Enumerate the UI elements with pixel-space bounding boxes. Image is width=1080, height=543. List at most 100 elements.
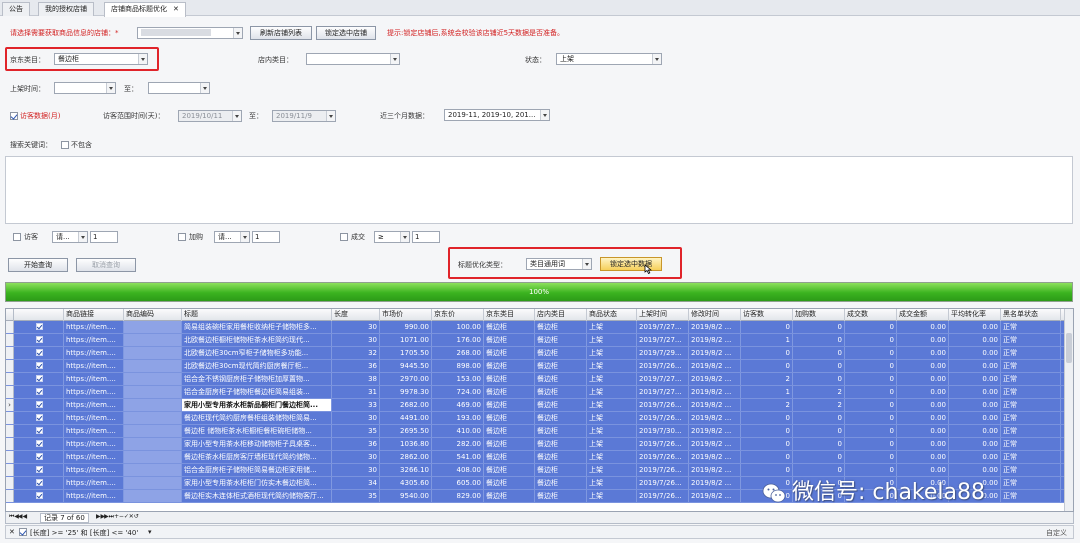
- cell-status[interactable]: 上架: [587, 399, 637, 411]
- cell-market[interactable]: 2970.00: [380, 373, 432, 385]
- chevron-down-icon[interactable]: [390, 54, 399, 64]
- cell-title[interactable]: 餐边柜实木连体柜式酒柜现代简约储物客厅...: [182, 490, 332, 502]
- cell-jdcat[interactable]: 餐边柜: [484, 490, 535, 502]
- cell-deal[interactable]: 0: [845, 334, 897, 346]
- row-indicator[interactable]: [6, 321, 14, 333]
- row-checkbox[interactable]: [36, 479, 43, 486]
- cell-conv[interactable]: 0.00: [949, 334, 1001, 346]
- cell-up[interactable]: 2019/7/27...: [637, 373, 689, 385]
- cell-link[interactable]: https://item....: [64, 477, 124, 489]
- cell-title[interactable]: 铝合金厨房柜子储物柜餐边柜简易组装...: [182, 386, 332, 398]
- cell-jd[interactable]: 541.00: [432, 451, 484, 463]
- cell-black[interactable]: 正常: [1001, 438, 1061, 450]
- cell-jdcat[interactable]: 餐边柜: [484, 360, 535, 372]
- cell-mod[interactable]: 2019/8/2 ...: [689, 347, 741, 359]
- cell-cart[interactable]: 0: [793, 438, 845, 450]
- filter-expression[interactable]: [长度] >= '25' 和 [长度] <= '40': [30, 528, 138, 538]
- cell-cart[interactable]: 0: [793, 425, 845, 437]
- row-checkbox[interactable]: [36, 414, 43, 421]
- cell-shopcat[interactable]: 餐边柜: [535, 477, 587, 489]
- cell-cart[interactable]: 0: [793, 464, 845, 476]
- cell-product-code[interactable]: [124, 347, 182, 359]
- cell-len[interactable]: 34: [332, 477, 380, 489]
- table-row[interactable]: https://item.... 餐边柜茶水柜厨房客厅墙柜现代简约储物... 30 2…: [6, 451, 1066, 464]
- cell-amount[interactable]: 0.00: [897, 373, 949, 385]
- cart-value-input[interactable]: 1: [252, 231, 280, 243]
- deal-filter-checkbox[interactable]: [340, 233, 348, 241]
- tab-authorized-shops[interactable]: 我的授权店铺: [38, 2, 94, 16]
- cell-market[interactable]: 9978.30: [380, 386, 432, 398]
- row-select-cell[interactable]: [14, 464, 64, 476]
- cell-deal[interactable]: 0: [845, 321, 897, 333]
- table-row[interactable]: https://item.... 铝合金不锈钢厨房柜子储物柜加厚置物... 38 29…: [6, 373, 1066, 386]
- cell-mod[interactable]: 2019/8/2 ...: [689, 425, 741, 437]
- column-header-code[interactable]: 商品编码: [124, 309, 182, 321]
- cell-cart[interactable]: 0: [793, 334, 845, 346]
- cell-jdcat[interactable]: 餐边柜: [484, 438, 535, 450]
- cell-amount[interactable]: 0.00: [897, 464, 949, 476]
- table-row[interactable]: https://item.... 家用小型专用茶水柜移动储物柜子具桌客... 36 1…: [6, 438, 1066, 451]
- visit-range-to[interactable]: 2019/11/9: [272, 110, 336, 122]
- column-header-deal[interactable]: 成交数: [845, 309, 897, 321]
- cell-len[interactable]: 35: [332, 490, 380, 502]
- status-select[interactable]: 上架: [556, 53, 662, 65]
- filter-dropdown-icon[interactable]: ▾: [148, 528, 152, 536]
- cell-jdcat[interactable]: 餐边柜: [484, 425, 535, 437]
- cell-mod[interactable]: 2019/8/2 ...: [689, 451, 741, 463]
- cell-up[interactable]: 2019/7/26...: [637, 451, 689, 463]
- column-header-market[interactable]: 市场价: [380, 309, 432, 321]
- cell-visitors[interactable]: 1: [741, 386, 793, 398]
- cell-mod[interactable]: 2019/8/2 ...: [689, 412, 741, 424]
- cell-shopcat[interactable]: 餐边柜: [535, 334, 587, 346]
- cell-link[interactable]: https://item....: [64, 464, 124, 476]
- chevron-down-icon[interactable]: [78, 232, 87, 242]
- column-header-cart[interactable]: 加购数: [793, 309, 845, 321]
- cell-amount[interactable]: 0.00: [897, 412, 949, 424]
- cell-status[interactable]: 上架: [587, 412, 637, 424]
- cell-title[interactable]: 铝合金厨房柜子储物柜简易餐边柜家用储...: [182, 464, 332, 476]
- cell-jdcat[interactable]: 餐边柜: [484, 399, 535, 411]
- recent-months-select[interactable]: 2019-11, 2019-10, 201...: [444, 109, 550, 121]
- cell-jd[interactable]: 408.00: [432, 464, 484, 476]
- cell-shopcat[interactable]: 餐边柜: [535, 412, 587, 424]
- cell-conv[interactable]: 0.00: [949, 360, 1001, 372]
- cell-market[interactable]: 2695.50: [380, 425, 432, 437]
- chevron-down-icon[interactable]: [400, 232, 409, 242]
- cell-product-code[interactable]: [124, 399, 182, 411]
- cell-up[interactable]: 2019/7/26...: [637, 438, 689, 450]
- cancel-query-button[interactable]: 取消查询: [76, 258, 136, 272]
- row-indicator[interactable]: [6, 386, 14, 398]
- row-select-cell[interactable]: [14, 477, 64, 489]
- cell-title[interactable]: 简易组装碗柜家用餐柜收纳柜子储物柜多...: [182, 321, 332, 333]
- chevron-down-icon[interactable]: [652, 54, 661, 64]
- row-checkbox[interactable]: [36, 375, 43, 382]
- cell-shopcat[interactable]: 餐边柜: [535, 464, 587, 476]
- row-checkbox[interactable]: [36, 492, 43, 499]
- cell-jd[interactable]: 282.00: [432, 438, 484, 450]
- cell-conv[interactable]: 0.00: [949, 386, 1001, 398]
- cell-cart[interactable]: 0: [793, 360, 845, 372]
- cell-black[interactable]: 正常: [1001, 412, 1061, 424]
- cell-market[interactable]: 1036.80: [380, 438, 432, 450]
- row-select-cell[interactable]: [14, 438, 64, 450]
- cell-title[interactable]: 铝合金不锈钢厨房柜子储物柜加厚置物...: [182, 373, 332, 385]
- cell-visitors[interactable]: 0: [741, 360, 793, 372]
- close-filter-icon[interactable]: ✕: [9, 528, 15, 536]
- cell-status[interactable]: 上架: [587, 373, 637, 385]
- cell-jd[interactable]: 193.00: [432, 412, 484, 424]
- table-row[interactable]: https://item.... 铝合金厨房柜子储物柜餐边柜简易组装... 31 99…: [6, 386, 1066, 399]
- lock-selected-data-button[interactable]: 锁定选中数据: [600, 257, 662, 271]
- visit-range-from[interactable]: 2019/10/11: [178, 110, 242, 122]
- column-header-status[interactable]: 商品状态: [587, 309, 637, 321]
- cell-jd[interactable]: 176.00: [432, 334, 484, 346]
- chevron-down-icon[interactable]: [540, 110, 549, 120]
- column-header-len[interactable]: 长度: [332, 309, 380, 321]
- cell-conv[interactable]: 0.00: [949, 464, 1001, 476]
- listing-time-to[interactable]: [148, 82, 210, 94]
- cell-visitors[interactable]: 0: [741, 347, 793, 359]
- cell-amount[interactable]: 0.00: [897, 425, 949, 437]
- cell-deal[interactable]: 0: [845, 386, 897, 398]
- row-select-cell[interactable]: [14, 360, 64, 372]
- tab-title-optimization[interactable]: 店铺商品标题优化 ✕: [104, 2, 186, 17]
- cell-up[interactable]: 2019/7/26...: [637, 399, 689, 411]
